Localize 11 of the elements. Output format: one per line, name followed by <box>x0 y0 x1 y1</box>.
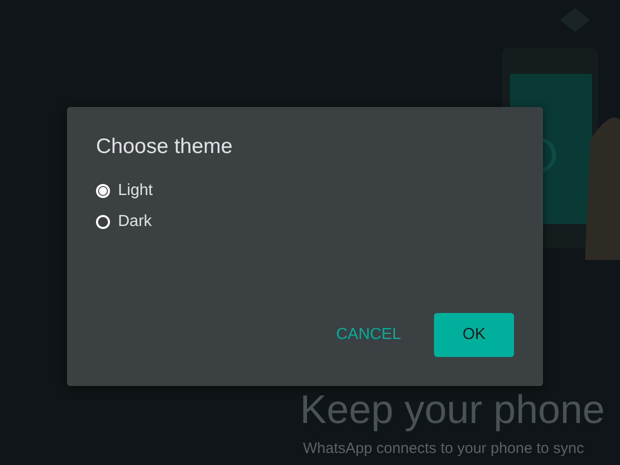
cancel-button[interactable]: CANCEL <box>336 314 401 356</box>
dialog-title: Choose theme <box>96 135 234 159</box>
ok-button[interactable]: OK <box>434 313 514 357</box>
radio-icon[interactable] <box>96 215 110 229</box>
background-heading: Keep your phone <box>300 388 605 433</box>
background-text: WhatsApp connects to your phone to sync <box>303 440 584 457</box>
option-label: Light <box>118 182 153 200</box>
theme-option[interactable]: Dark <box>96 213 152 231</box>
radio-icon[interactable] <box>96 184 110 198</box>
theme-option[interactable]: Light <box>96 182 153 200</box>
option-label: Dark <box>118 213 152 231</box>
